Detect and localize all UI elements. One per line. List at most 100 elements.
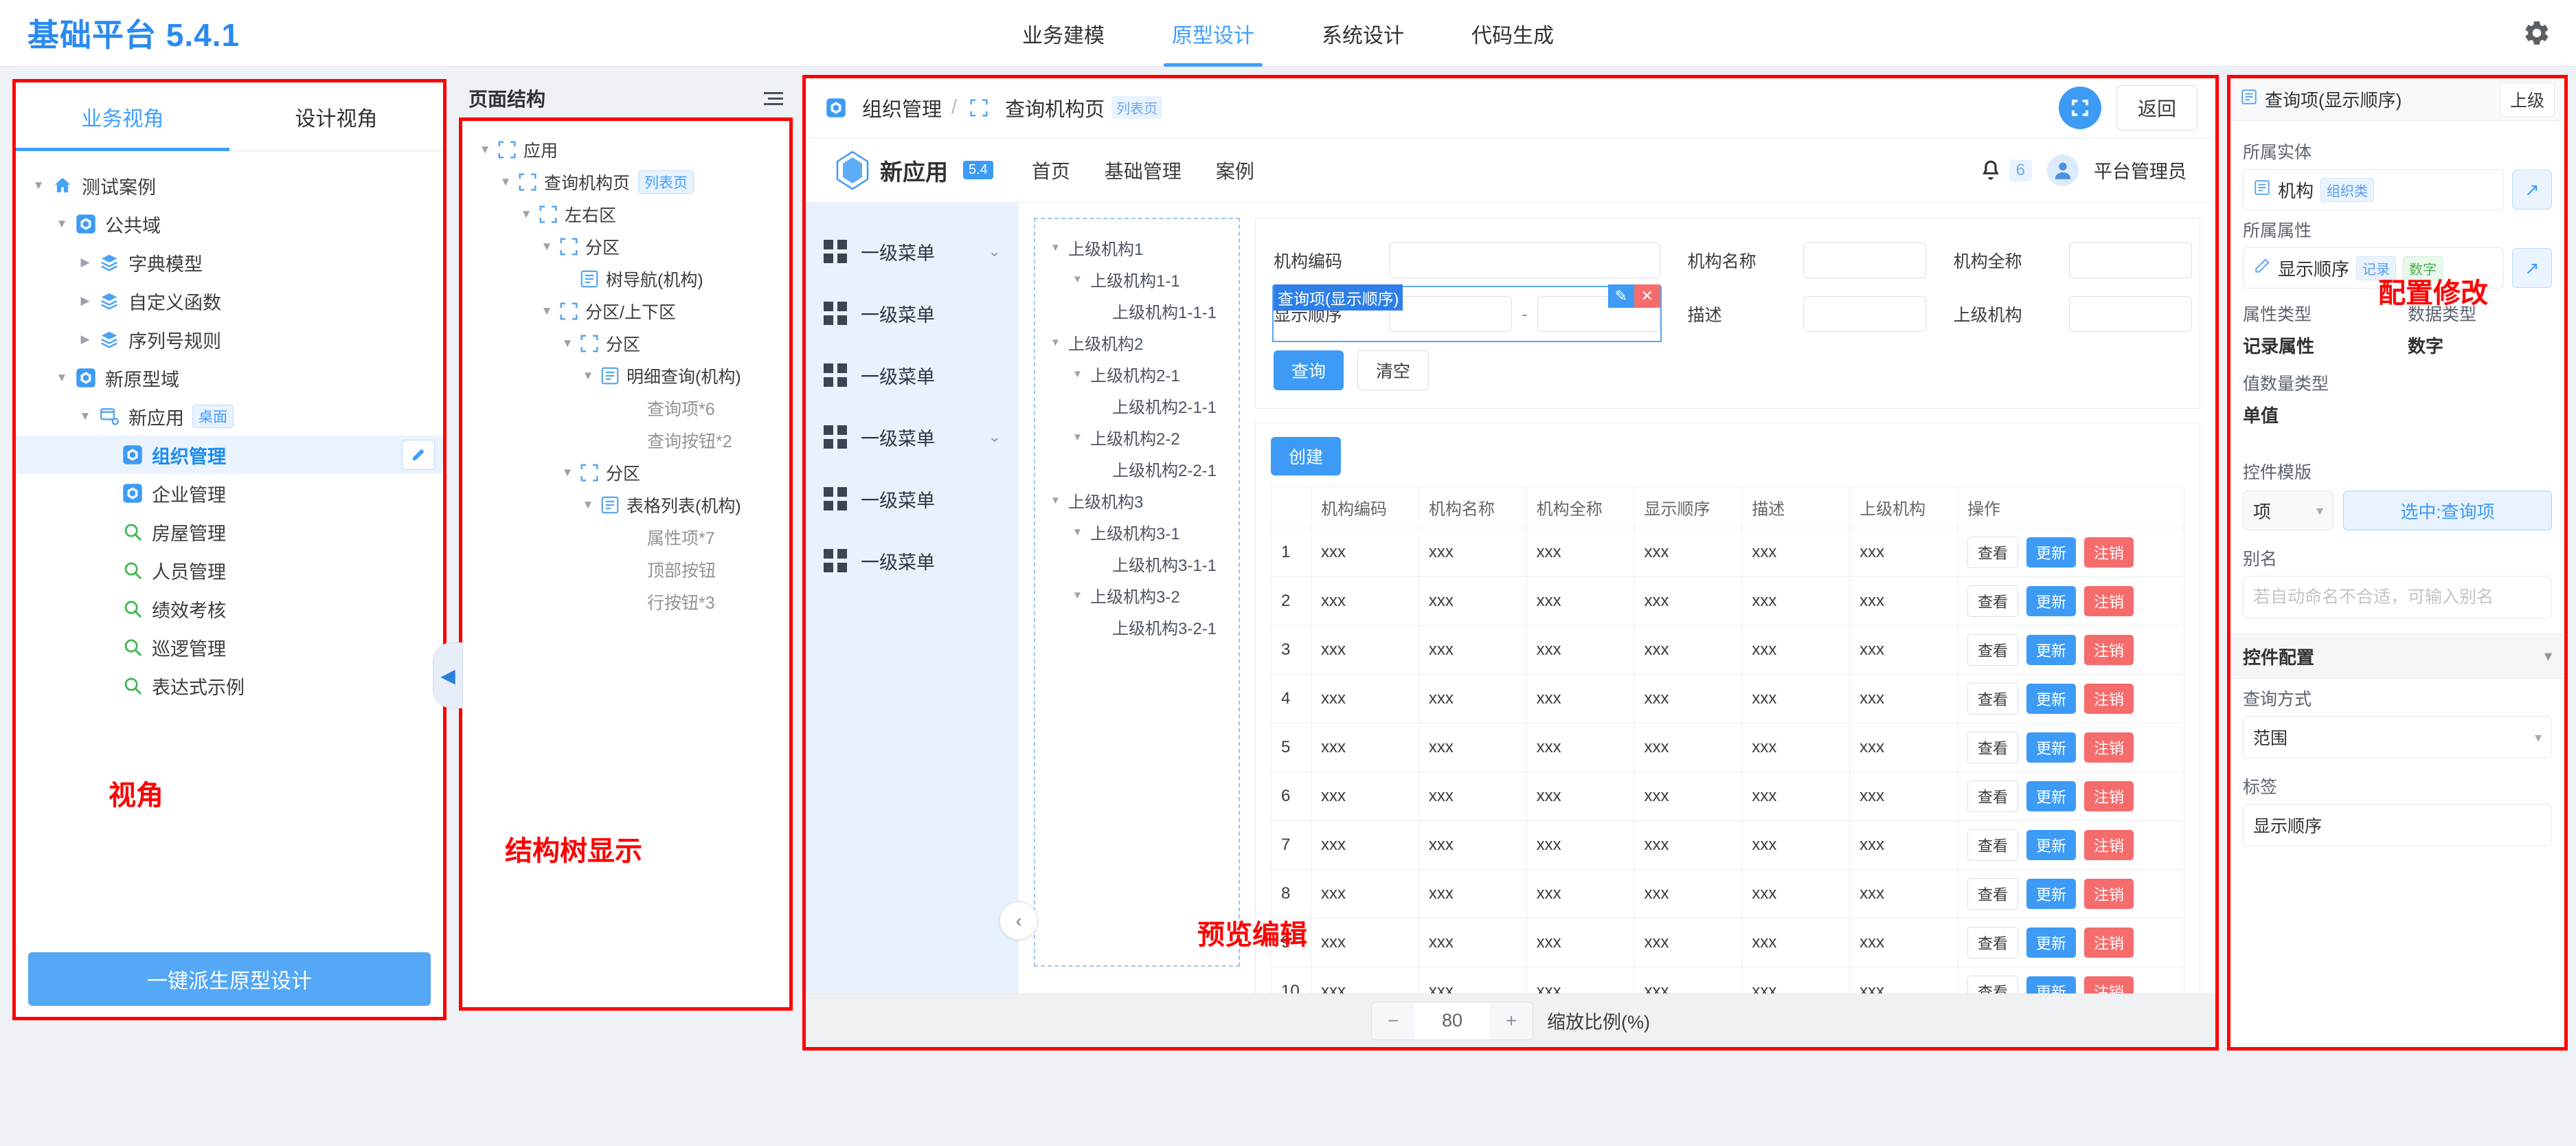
view-tree-item[interactable]: 房屋管理 [16,513,443,551]
tree-caret-icon[interactable] [27,179,50,192]
arrow-up-right-icon[interactable]: ↗ [2512,248,2552,288]
query-field[interactable]: 上级机构 [1954,287,2192,341]
row-button-red[interactable]: 注销 [2084,635,2134,666]
chevron-down-icon[interactable]: ⌄ [988,243,1001,260]
view-tree-item[interactable]: 人员管理 [16,551,443,589]
row-button-plain[interactable]: 查看 [1967,683,2019,715]
row-button-red[interactable]: 注销 [2084,879,2134,910]
tree-caret-icon[interactable] [556,337,579,350]
view-tree-item[interactable]: 组织管理 [16,436,443,474]
fullscreen-icon[interactable] [2058,86,2101,129]
notification-area[interactable]: 6 [1979,159,2032,182]
org-tree-item[interactable]: ▼ 上级机构2 [1043,326,1230,358]
zoom-minus-button[interactable]: − [1372,1002,1414,1040]
org-tree-item[interactable]: 上级机构3-2-1 [1043,611,1230,642]
view-tree-item[interactable]: 企业管理 [16,474,443,513]
row-button-plain[interactable]: 查看 [1967,732,2019,764]
row-button-blue[interactable]: 更新 [2026,586,2077,617]
row-button-red[interactable]: 注销 [2084,684,2134,715]
view-tree-item[interactable]: 绩效考核 [16,589,443,628]
tree-caret-icon[interactable] [473,143,497,157]
org-tree-item[interactable]: ▼ 上级机构3-1 [1043,516,1230,548]
chevron-down-icon[interactable]: ▾ [2544,647,2552,665]
row-button-blue[interactable]: 更新 [2026,976,2077,994]
tree-caret-icon[interactable] [535,304,558,318]
tree-caret-icon[interactable] [576,369,600,383]
tree-caret-icon[interactable] [74,333,97,346]
view-tree-item[interactable]: 新应用桌面 [16,397,443,436]
query-field[interactable]: 机构编码 [1274,234,1660,287]
tree-caret-icon[interactable] [50,217,74,231]
generate-prototype-button[interactable]: 一键派生原型设计 [28,952,431,1006]
row-button-blue[interactable]: 更新 [2026,928,2077,958]
structure-tree-item[interactable]: 查询按钮*2 [465,424,789,456]
breadcrumb-root[interactable]: 组织管理 [862,93,942,122]
panel-collapse-handle[interactable]: ◀ [433,642,463,708]
row-button-plain[interactable]: 查看 [1967,878,2019,910]
tree-caret-icon[interactable] [74,409,97,423]
view-tree-item[interactable]: 表达式示例 [16,666,443,705]
row-button-blue[interactable]: 更新 [2026,684,2077,715]
selected-widget-pill[interactable]: 选中:查询项 [2343,491,2552,530]
row-button-plain[interactable]: 查看 [1967,829,2019,862]
query-field-selected[interactable]: 显示顺序 - 查询项(显示顺序) ✎ ✕ [1272,284,1662,343]
nav-tab-business-modeling[interactable]: 业务建模 [1007,0,1120,67]
org-tree-item[interactable]: ▼ 上级机构3-2 [1043,579,1230,611]
template-select[interactable]: 项 ▾ [2243,491,2334,530]
row-button-blue[interactable]: 更新 [2026,830,2077,861]
tree-caret-icon[interactable] [50,371,74,385]
org-tree-item[interactable]: ▼ 上级机构2-2 [1043,421,1230,453]
row-button-plain[interactable]: 查看 [1967,585,2019,618]
tree-caret-icon[interactable]: ▼ [1072,368,1090,380]
tree-caret-icon[interactable]: ▼ [1072,589,1090,601]
row-button-plain[interactable]: 查看 [1967,537,2019,569]
view-tree-item[interactable]: 公共域 [16,205,443,243]
row-button-plain[interactable]: 查看 [1967,634,2019,666]
mock-menu-case[interactable]: 案例 [1216,157,1254,184]
selection-delete-icon[interactable]: ✕ [1634,284,1660,308]
query-field-input[interactable] [1389,243,1660,279]
query-field-input[interactable] [2068,296,2192,333]
tree-caret-icon[interactable] [515,207,538,221]
view-tree-item[interactable]: 字典模型 [16,243,443,282]
user-avatar-icon[interactable] [2047,154,2079,186]
mock-menu-home[interactable]: 首页 [1032,157,1070,184]
row-button-plain[interactable]: 查看 [1967,780,2019,813]
structure-tree-item[interactable]: 明细查询(机构) [465,359,789,392]
edit-icon[interactable] [402,440,435,470]
tree-caret-icon[interactable]: ▼ [1050,337,1068,348]
query-field-input-from[interactable] [1389,296,1512,333]
row-button-red[interactable]: 注销 [2084,928,2134,958]
org-tree-item[interactable]: ▼ 上级机构2-1 [1043,358,1230,390]
structure-tree-item[interactable]: 分区 [465,230,789,262]
org-tree-item[interactable]: ▼ 上级机构3 [1043,484,1230,516]
tree-caret-icon[interactable] [74,294,97,308]
structure-tree-item[interactable]: 树导航(机构) [465,262,789,295]
view-tree-item[interactable]: 序列号规则 [16,320,443,359]
structure-tree-item[interactable]: 表格列表(机构) [465,488,789,521]
tree-caret-icon[interactable] [535,240,558,254]
selection-edit-icon[interactable]: ✎ [1607,284,1634,308]
org-tree-item[interactable]: 上级机构1-1-1 [1043,295,1230,326]
mock-side-menu-item[interactable]: 一级菜单 ⌄ [806,406,1019,468]
row-button-plain[interactable]: 查看 [1967,927,2019,959]
row-button-blue[interactable]: 更新 [2026,635,2077,666]
row-button-blue[interactable]: 更新 [2026,781,2077,812]
mock-side-menu-item[interactable]: 一级菜单 [806,282,1019,344]
zoom-value[interactable]: 80 [1414,1010,1490,1031]
structure-tree-item[interactable]: 分区 [465,327,789,359]
query-mode-select[interactable]: 范围 ▾ [2243,716,2552,759]
row-button-red[interactable]: 注销 [2084,586,2134,617]
alias-input[interactable] [2243,576,2552,618]
structure-tree-item[interactable]: 分区/上下区 [465,295,789,327]
tree-caret-icon[interactable]: ▼ [1050,242,1068,254]
nav-tab-system-design[interactable]: 系统设计 [1307,0,1419,67]
tree-caret-icon[interactable]: ▼ [1072,431,1090,443]
mock-side-menu-item[interactable]: 一级菜单 [806,344,1019,406]
row-button-blue[interactable]: 更新 [2026,732,2077,763]
mock-side-menu-item[interactable]: 一级菜单 [806,468,1019,530]
arrow-up-right-icon[interactable]: ↗ [2512,170,2552,210]
tree-caret-icon[interactable]: ▼ [1072,526,1090,538]
nav-tab-prototype-design[interactable]: 原型设计 [1157,0,1269,67]
row-button-red[interactable]: 注销 [2084,537,2134,568]
